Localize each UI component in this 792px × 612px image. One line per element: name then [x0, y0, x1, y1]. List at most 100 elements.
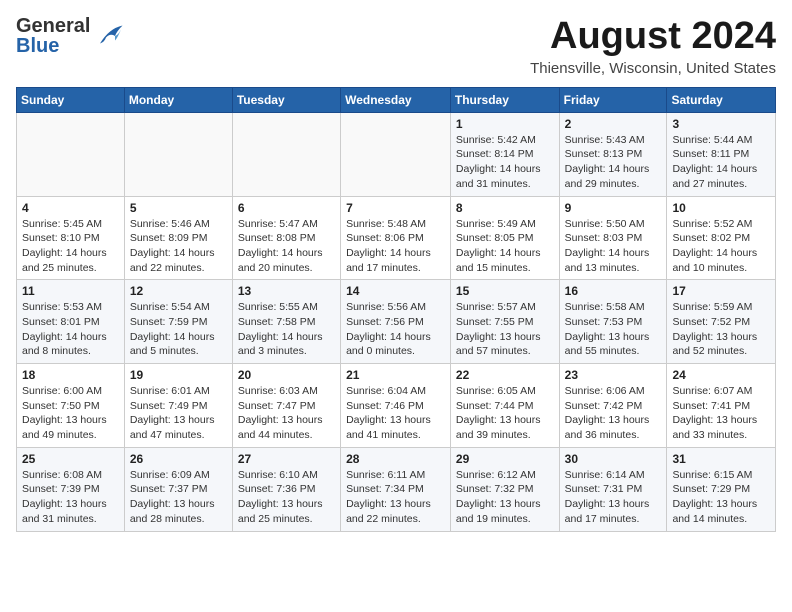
day-number: 22 — [456, 368, 554, 382]
logo-line1: General — [16, 16, 90, 36]
calendar-cell: 31 Sunrise: 6:15 AMSunset: 7:29 PMDayligh… — [667, 447, 776, 531]
calendar-cell: 16 Sunrise: 5:58 AMSunset: 7:53 PMDayligh… — [559, 280, 667, 364]
day-info: Sunrise: 5:42 AMSunset: 8:14 PMDaylight:… — [456, 133, 554, 192]
day-number: 17 — [672, 284, 770, 298]
day-info: Sunrise: 6:11 AMSunset: 7:34 PMDaylight:… — [346, 468, 445, 527]
day-number: 5 — [130, 201, 227, 215]
day-number: 20 — [238, 368, 335, 382]
calendar-cell: 12 Sunrise: 5:54 AMSunset: 7:59 PMDayligh… — [124, 280, 232, 364]
calendar-cell: 24Sunrise: 6:07 AMSunset: 7:41 PMDayligh… — [667, 364, 776, 448]
calendar-cell: 17 Sunrise: 5:59 AMSunset: 7:52 PMDayligh… — [667, 280, 776, 364]
day-info: Sunrise: 6:10 AMSunset: 7:36 PMDaylight:… — [238, 468, 335, 527]
calendar-header-tuesday: Tuesday — [232, 87, 340, 112]
day-info: Sunrise: 6:05 AMSunset: 7:44 PMDaylight:… — [456, 384, 554, 443]
day-info: Sunrise: 6:09 AMSunset: 7:37 PMDaylight:… — [130, 468, 227, 527]
day-info: Sunrise: 6:14 AMSunset: 7:31 PMDaylight:… — [565, 468, 662, 527]
day-number: 27 — [238, 452, 335, 466]
day-number: 10 — [672, 201, 770, 215]
day-number: 28 — [346, 452, 445, 466]
day-number: 31 — [672, 452, 770, 466]
calendar-week-row: 18 Sunrise: 6:00 AMSunset: 7:50 PMDayligh… — [17, 364, 776, 448]
calendar-cell: 20 Sunrise: 6:03 AMSunset: 7:47 PMDayligh… — [232, 364, 340, 448]
calendar-cell: 4Sunrise: 5:45 AMSunset: 8:10 PMDaylight… — [17, 196, 125, 280]
calendar-cell: 22 Sunrise: 6:05 AMSunset: 7:44 PMDayligh… — [450, 364, 559, 448]
calendar-cell: 5 Sunrise: 5:46 AMSunset: 8:09 PMDaylight… — [124, 196, 232, 280]
day-info: Sunrise: 6:07 AMSunset: 7:41 PMDaylight:… — [672, 384, 770, 443]
day-number: 14 — [346, 284, 445, 298]
day-info: Sunrise: 5:53 AMSunset: 8:01 PMDaylight:… — [22, 300, 119, 359]
calendar-cell: 8 Sunrise: 5:49 AMSunset: 8:05 PMDaylight… — [450, 196, 559, 280]
day-number: 13 — [238, 284, 335, 298]
logo-text: General Blue — [16, 16, 90, 56]
calendar-cell — [232, 112, 340, 196]
logo-bird-icon — [94, 22, 124, 50]
day-number: 8 — [456, 201, 554, 215]
calendar-cell: 3 Sunrise: 5:44 AMSunset: 8:11 PMDaylight… — [667, 112, 776, 196]
logo: General Blue — [16, 16, 124, 56]
day-number: 26 — [130, 452, 227, 466]
day-info: Sunrise: 6:12 AMSunset: 7:32 PMDaylight:… — [456, 468, 554, 527]
logo-line2: Blue — [16, 36, 90, 56]
calendar-header-wednesday: Wednesday — [341, 87, 451, 112]
day-info: Sunrise: 6:04 AMSunset: 7:46 PMDaylight:… — [346, 384, 445, 443]
day-number: 12 — [130, 284, 227, 298]
day-number: 3 — [672, 117, 770, 131]
day-number: 19 — [130, 368, 227, 382]
day-info: Sunrise: 6:00 AMSunset: 7:50 PMDaylight:… — [22, 384, 119, 443]
day-info: Sunrise: 5:56 AMSunset: 7:56 PMDaylight:… — [346, 300, 445, 359]
calendar-header-row: SundayMondayTuesdayWednesdayThursdayFrid… — [17, 87, 776, 112]
calendar-cell: 9Sunrise: 5:50 AMSunset: 8:03 PMDaylight… — [559, 196, 667, 280]
day-number: 15 — [456, 284, 554, 298]
calendar-week-row: 11Sunrise: 5:53 AMSunset: 8:01 PMDayligh… — [17, 280, 776, 364]
day-info: Sunrise: 6:06 AMSunset: 7:42 PMDaylight:… — [565, 384, 662, 443]
day-number: 4 — [22, 201, 119, 215]
day-number: 2 — [565, 117, 662, 131]
calendar-cell: 6 Sunrise: 5:47 AMSunset: 8:08 PMDaylight… — [232, 196, 340, 280]
calendar-cell: 7 Sunrise: 5:48 AMSunset: 8:06 PMDaylight… — [341, 196, 451, 280]
day-info: Sunrise: 6:08 AMSunset: 7:39 PMDaylight:… — [22, 468, 119, 527]
calendar-header-monday: Monday — [124, 87, 232, 112]
day-info: Sunrise: 5:43 AMSunset: 8:13 PMDaylight:… — [565, 133, 662, 192]
day-info: Sunrise: 5:55 AMSunset: 7:58 PMDaylight:… — [238, 300, 335, 359]
day-number: 25 — [22, 452, 119, 466]
calendar-cell: 28 Sunrise: 6:11 AMSunset: 7:34 PMDayligh… — [341, 447, 451, 531]
calendar-cell: 27 Sunrise: 6:10 AMSunset: 7:36 PMDayligh… — [232, 447, 340, 531]
calendar-week-row: 25 Sunrise: 6:08 AMSunset: 7:39 PMDayligh… — [17, 447, 776, 531]
day-info: Sunrise: 5:48 AMSunset: 8:06 PMDaylight:… — [346, 217, 445, 276]
calendar-cell: 21 Sunrise: 6:04 AMSunset: 7:46 PMDayligh… — [341, 364, 451, 448]
day-info: Sunrise: 5:46 AMSunset: 8:09 PMDaylight:… — [130, 217, 227, 276]
calendar-header-sunday: Sunday — [17, 87, 125, 112]
calendar-cell: 13 Sunrise: 5:55 AMSunset: 7:58 PMDayligh… — [232, 280, 340, 364]
location: Thiensville, Wisconsin, United States — [530, 60, 776, 77]
calendar-cell: 14 Sunrise: 5:56 AMSunset: 7:56 PMDayligh… — [341, 280, 451, 364]
day-info: Sunrise: 5:58 AMSunset: 7:53 PMDaylight:… — [565, 300, 662, 359]
day-number: 6 — [238, 201, 335, 215]
title-area: August 2024 Thiensville, Wisconsin, Unit… — [530, 16, 776, 77]
calendar-week-row: 1Sunrise: 5:42 AMSunset: 8:14 PMDaylight… — [17, 112, 776, 196]
calendar-cell: 29Sunrise: 6:12 AMSunset: 7:32 PMDayligh… — [450, 447, 559, 531]
day-number: 9 — [565, 201, 662, 215]
calendar-cell: 1Sunrise: 5:42 AMSunset: 8:14 PMDaylight… — [450, 112, 559, 196]
day-info: Sunrise: 6:15 AMSunset: 7:29 PMDaylight:… — [672, 468, 770, 527]
calendar-header-saturday: Saturday — [667, 87, 776, 112]
calendar-cell: 30 Sunrise: 6:14 AMSunset: 7:31 PMDayligh… — [559, 447, 667, 531]
calendar-cell: 26 Sunrise: 6:09 AMSunset: 7:37 PMDayligh… — [124, 447, 232, 531]
calendar-cell: 10Sunrise: 5:52 AMSunset: 8:02 PMDayligh… — [667, 196, 776, 280]
calendar-cell — [17, 112, 125, 196]
calendar-cell: 15Sunrise: 5:57 AMSunset: 7:55 PMDayligh… — [450, 280, 559, 364]
calendar-cell: 11Sunrise: 5:53 AMSunset: 8:01 PMDayligh… — [17, 280, 125, 364]
day-info: Sunrise: 5:47 AMSunset: 8:08 PMDaylight:… — [238, 217, 335, 276]
day-info: Sunrise: 5:59 AMSunset: 7:52 PMDaylight:… — [672, 300, 770, 359]
day-number: 16 — [565, 284, 662, 298]
day-info: Sunrise: 6:03 AMSunset: 7:47 PMDaylight:… — [238, 384, 335, 443]
day-info: Sunrise: 5:54 AMSunset: 7:59 PMDaylight:… — [130, 300, 227, 359]
day-number: 18 — [22, 368, 119, 382]
calendar-cell: 23Sunrise: 6:06 AMSunset: 7:42 PMDayligh… — [559, 364, 667, 448]
day-info: Sunrise: 5:49 AMSunset: 8:05 PMDaylight:… — [456, 217, 554, 276]
calendar-cell — [341, 112, 451, 196]
day-number: 21 — [346, 368, 445, 382]
day-info: Sunrise: 5:44 AMSunset: 8:11 PMDaylight:… — [672, 133, 770, 192]
day-number: 30 — [565, 452, 662, 466]
day-number: 7 — [346, 201, 445, 215]
month-title: August 2024 — [530, 16, 776, 58]
